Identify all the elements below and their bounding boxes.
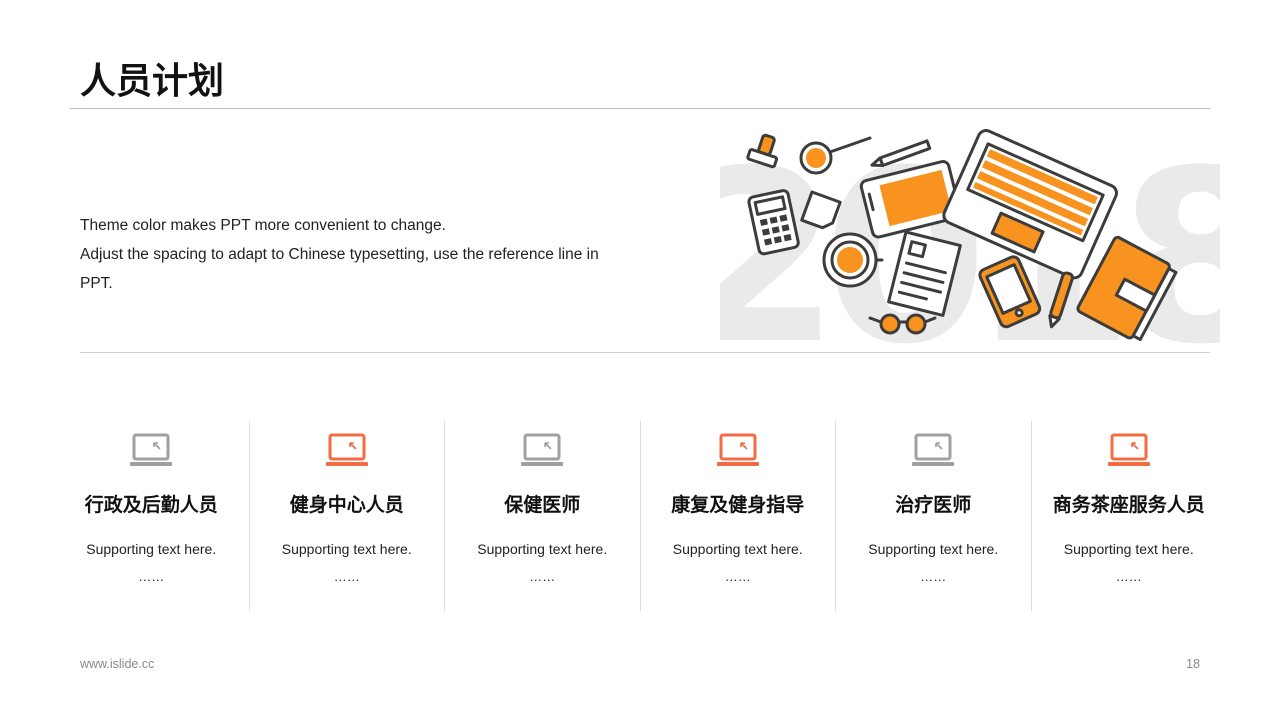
laptop-icon	[716, 433, 759, 466]
laptop-icon	[325, 433, 368, 466]
staff-card-4: 康复及健身指导 Supporting text here. ……	[639, 421, 836, 611]
title-divider	[70, 108, 1210, 109]
laptop-icon	[130, 433, 173, 466]
card-ellipsis: ……	[529, 569, 556, 584]
card-supporting-text: Supporting text here.	[672, 541, 803, 557]
laptop-icon	[521, 433, 564, 466]
staff-card-3: 保健医师 Supporting text here. ……	[444, 421, 640, 611]
card-ellipsis: ……	[1115, 569, 1142, 584]
page-number: 18	[1186, 657, 1200, 671]
card-supporting-text: Supporting text here.	[1063, 541, 1194, 557]
card-supporting-text: Supporting text here.	[868, 541, 999, 557]
card-supporting-text: Supporting text here.	[477, 541, 608, 557]
card-title: 治疗医师	[895, 494, 972, 516]
intro-line-2: Adjust the spacing to adapt to Chinese t…	[80, 246, 599, 292]
card-title: 商务茶座服务人员	[1052, 494, 1205, 516]
card-ellipsis: ……	[724, 569, 751, 584]
staff-card-1: 行政及后勤人员 Supporting text here. ……	[54, 421, 249, 611]
laptop-icon	[912, 433, 955, 466]
card-title: 保健医师	[504, 494, 581, 516]
intro-line-1: Theme color makes PPT more convenient to…	[80, 217, 446, 234]
card-title: 行政及后勤人员	[84, 494, 218, 516]
card-ellipsis: ……	[138, 569, 165, 584]
staff-card-6: 商务茶座服务人员 Supporting text here. ……	[1030, 421, 1227, 611]
intro-text: Theme color makes PPT more convenient to…	[80, 211, 610, 298]
staff-card-2: 健身中心人员 Supporting text here. ……	[248, 421, 445, 611]
card-ellipsis: ……	[333, 569, 360, 584]
staff-card-5: 治疗医师 Supporting text here. ……	[835, 421, 1031, 611]
hero-illustration: 2018	[720, 118, 1220, 348]
staff-cards: 行政及后勤人员 Supporting text here. …… 健身中心人员 …	[54, 421, 1226, 611]
section-divider	[80, 352, 1210, 353]
card-title: 康复及健身指导	[671, 494, 805, 516]
laptop-icon	[1107, 433, 1150, 466]
card-ellipsis: ……	[920, 569, 947, 584]
card-supporting-text: Supporting text here.	[281, 541, 412, 557]
card-title: 健身中心人员	[289, 494, 404, 516]
page-title: 人员计划	[80, 61, 225, 102]
footer-website: www.islide.cc	[80, 657, 155, 671]
card-supporting-text: Supporting text here.	[86, 541, 217, 557]
